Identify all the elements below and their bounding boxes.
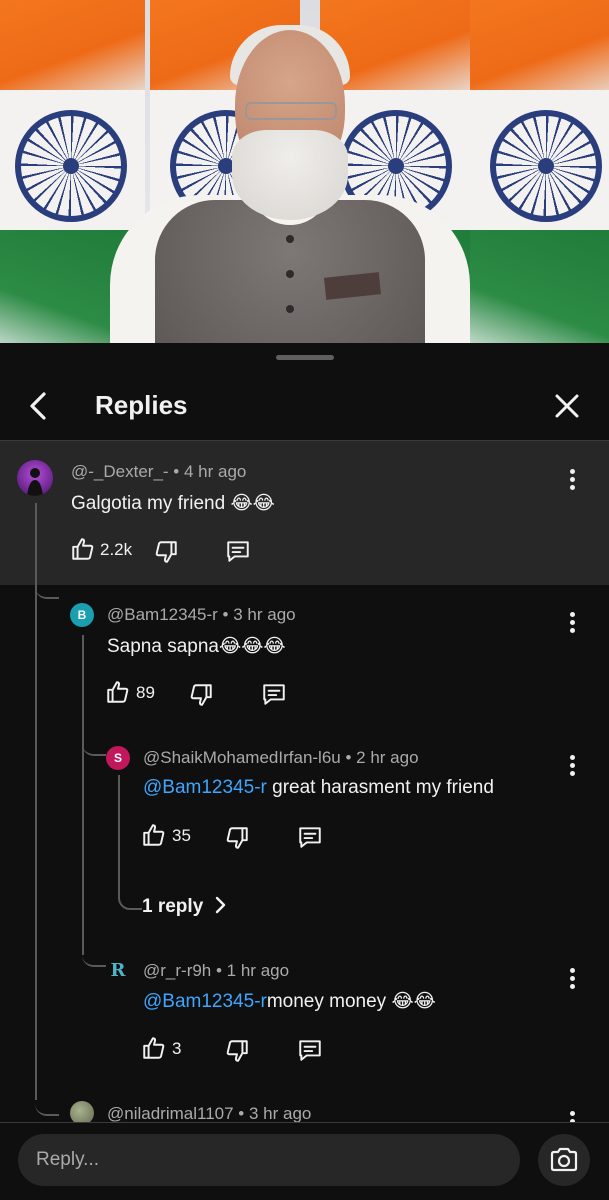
flag-decoration [470,0,609,343]
reply-comment-icon[interactable] [297,1037,323,1063]
like-count: 2.2k [100,540,133,559]
like-count: 35 [172,826,191,845]
comment-time: 3 hr ago [248,1104,312,1123]
comment-meta: @r_r-r9h • 1 hr ago [143,961,290,980]
comment-text: @Bam12345-r great harasment my friend [143,777,494,799]
more-options-icon[interactable] [570,755,576,779]
comment-emoji: 😂😂😂 [219,636,286,657]
comment-meta: @Bam12345-r • 3 hr ago [107,605,296,624]
like-icon[interactable] [141,1035,167,1061]
comment-time: 3 hr ago [233,605,296,624]
avatar[interactable]: S [106,746,130,770]
avatar-letter: R [110,959,126,981]
comment-text: @Bam12345-rmoney money 😂😂 [143,990,436,1013]
comment-body: money money [266,991,387,1012]
dislike-icon[interactable] [224,1038,250,1064]
mention-link[interactable]: @Bam12345-r [143,777,267,798]
silhouette-icon [27,468,43,496]
thread-connector [35,571,59,599]
dislike-icon[interactable] [224,825,250,851]
reply-comment-icon[interactable] [225,538,251,564]
avatar-letter: S [113,751,122,765]
comment-meta: @ShaikMohamedIrfan-l6u • 2 hr ago [143,748,419,767]
camera-button[interactable] [538,1134,590,1186]
like-icon[interactable] [105,679,131,705]
comment-emoji: 😂😂 [391,991,436,1012]
more-options-icon[interactable] [570,469,576,493]
avatar[interactable]: B [70,603,94,627]
comment-text: Sapna sapna😂😂😂 [107,635,286,658]
video-player[interactable] [0,0,609,343]
comment-time: 4 hr ago [183,462,247,481]
avatar[interactable]: R [106,958,130,982]
thread-connector [35,1088,59,1116]
comment-time: 1 hr ago [226,961,290,980]
replies-count-label: 1 reply [142,896,204,917]
reply-comment-icon[interactable] [261,681,287,707]
dislike-icon[interactable] [153,539,179,565]
comment-handle[interactable]: @ShaikMohamedIrfan-l6u [143,748,341,767]
comment-body: great harasment my friend [266,777,494,798]
more-options-icon[interactable] [570,612,576,636]
thread-connector [118,775,142,910]
avatar-letter: B [77,608,87,622]
comment-meta: @niladrimal1107 • 3 hr ago [107,1104,312,1123]
comment-body: Galgotia my friend [71,493,226,514]
reply-comment-icon[interactable] [297,824,323,850]
comment-text: Galgotia my friend 😂😂 [71,492,275,515]
avatar[interactable] [17,460,53,496]
thread-connector [82,728,106,756]
reply-input[interactable] [18,1134,520,1186]
page-title: Replies [95,390,188,420]
dislike-icon[interactable] [188,682,214,708]
back-arrow-icon[interactable] [24,391,54,421]
like-count: 89 [136,683,155,702]
like-icon[interactable] [70,536,96,562]
thread-line [82,635,84,955]
comment-handle[interactable]: @Bam12345-r [107,605,218,624]
comment-handle[interactable]: @niladrimal1107 [107,1104,234,1123]
thread-connector [82,939,106,967]
comment-handle[interactable]: @-_Dexter_- [71,462,169,481]
like-count: 3 [172,1039,182,1058]
comment-handle[interactable]: @r_r-r9h [143,961,211,980]
reply-bar [0,1122,609,1200]
close-icon[interactable] [553,392,581,420]
comment-time: 2 hr ago [356,748,419,767]
view-replies-link[interactable]: 1 reply [142,896,227,918]
camera-icon [550,1147,578,1172]
mention-link[interactable]: @Bam12345-r [143,991,267,1012]
drag-handle[interactable] [276,355,334,360]
like-icon[interactable] [141,822,167,848]
comment-body: Sapna sapna [107,636,219,657]
comment-meta: @-_Dexter_- • 4 hr ago [71,462,247,481]
chevron-right-icon [215,896,225,914]
replies-sheet: Replies @-_Dexter_- • 4 hr ago Galgotia … [0,343,609,1200]
speaker-figure [100,20,480,343]
comment-emoji: 😂😂 [230,493,275,514]
more-options-icon[interactable] [570,968,576,992]
